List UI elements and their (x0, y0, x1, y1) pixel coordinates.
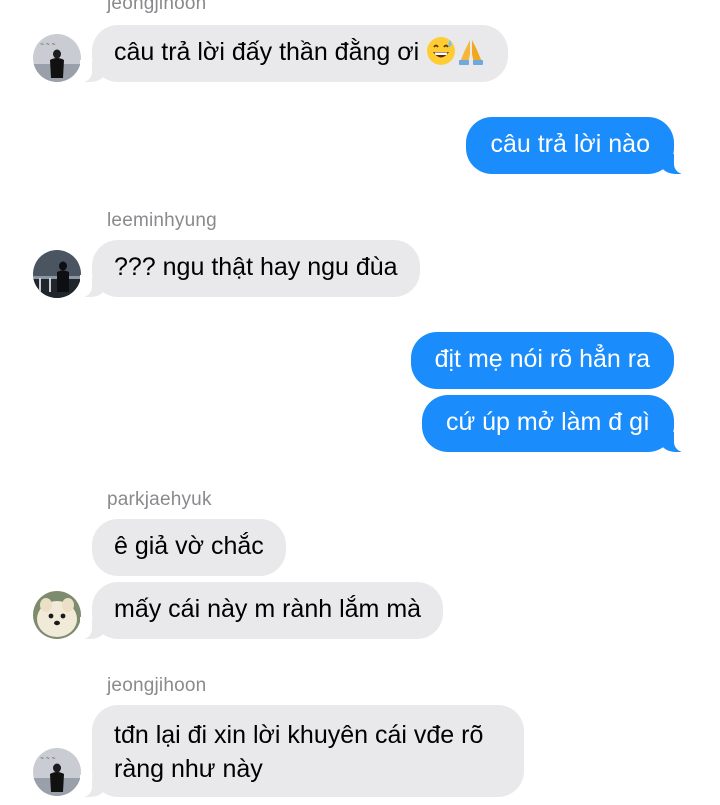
message-bubble[interactable]: ê giả vờ chắc (92, 519, 286, 576)
message-text: ê giả vờ chắc (114, 532, 264, 560)
sender-name: parkjaehyuk (107, 489, 212, 510)
message-bubble[interactable]: mấy cái này m rành lắm mà (79, 582, 444, 639)
message-bubble[interactable]: cứ úp mở làm đ gì (421, 395, 687, 452)
chat-thread: jeongjihoon ~ ~ ~ câu trả lời đấy thần đ… (0, 0, 720, 805)
avatar-parkjaehyuk[interactable] (33, 591, 81, 639)
message-bubble[interactable]: tđn lại đi xin lời khuyên cái vđe rõ ràn… (80, 705, 524, 797)
svg-text:~ ~ ~: ~ ~ ~ (40, 42, 56, 48)
message-text: cứ úp mở làm đ gì (445, 408, 650, 436)
sender-name: jeongjihoon (107, 675, 207, 696)
svg-text:~ ~ ~: ~ ~ ~ (40, 756, 56, 762)
folded-hands-emoji (456, 36, 486, 75)
message-text: địt mẹ nói rõ hẳn ra (434, 345, 650, 373)
avatar-jeongjihoon[interactable]: ~ ~ ~ (33, 748, 81, 796)
message-text: tđn lại đi xin lời khuyên cái vđe rõ ràn… (114, 721, 484, 783)
sender-name: jeongjihoon (107, 0, 207, 14)
message-text: ??? ngu thật hay ngu đùa (114, 253, 398, 281)
message-text: câu trả lời nào (490, 130, 650, 158)
avatar-jeongjihoon[interactable]: ~ ~ ~ (33, 34, 81, 82)
avatar-leeminhyung[interactable] (33, 250, 81, 298)
message-bubble[interactable]: địt mẹ nói rõ hẳn ra (410, 332, 674, 389)
message-text: mấy cái này m rành lắm mà (114, 595, 422, 623)
message-bubble[interactable]: câu trả lời đấy thần đằng ơi (79, 25, 509, 82)
grinning-sweat-emoji (426, 36, 456, 75)
message-text: câu trả lời đấy thần đằng ơi (114, 38, 420, 66)
message-bubble[interactable]: ??? ngu thật hay ngu đùa (80, 240, 420, 297)
sender-name: leeminhyung (107, 210, 217, 231)
message-bubble[interactable]: câu trả lời nào (466, 117, 686, 174)
